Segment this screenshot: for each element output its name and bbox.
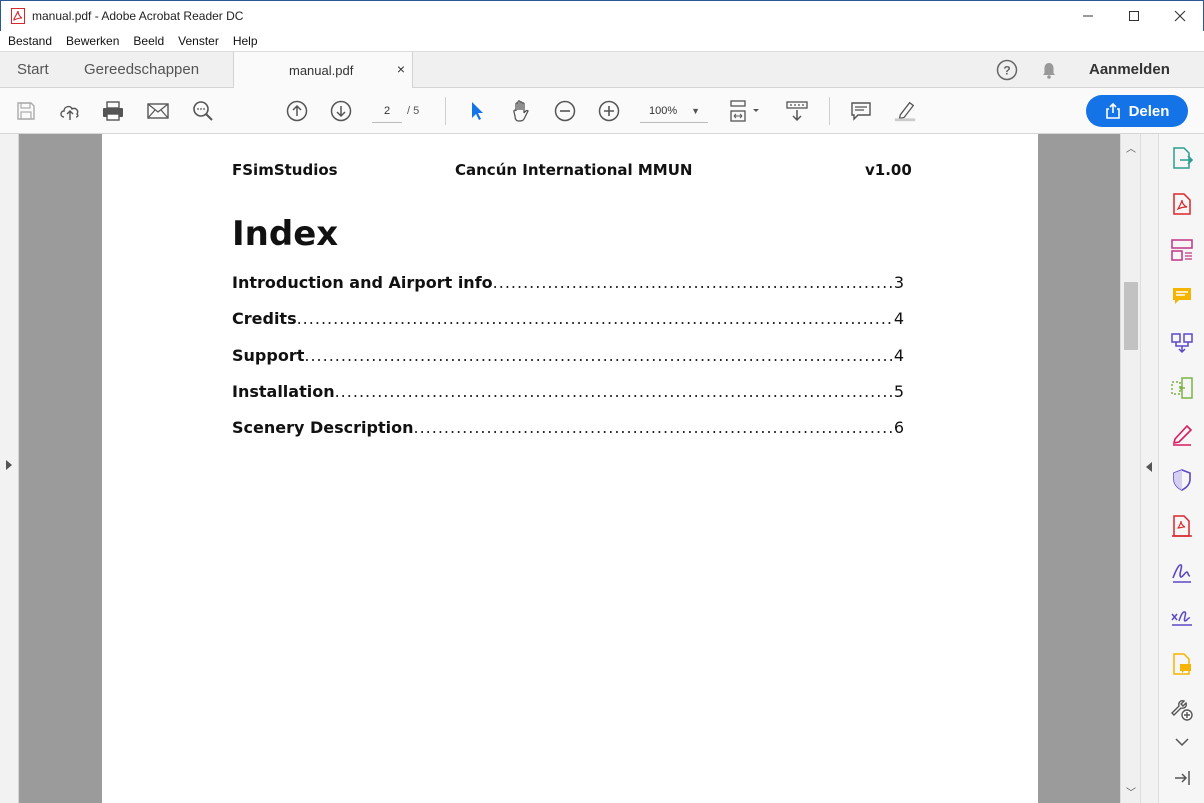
page-number-input[interactable]: 2 bbox=[372, 99, 402, 123]
tab-start[interactable]: Start bbox=[17, 61, 49, 78]
doc-header-center: Cancún International MMUN bbox=[455, 161, 693, 179]
acrobat-app-icon bbox=[11, 8, 25, 24]
toc-page: 4 bbox=[893, 309, 904, 328]
toc-title: Scenery Description bbox=[232, 418, 414, 437]
zoom-level-value: 100% bbox=[649, 105, 678, 117]
highlight-pen-icon[interactable] bbox=[893, 99, 917, 123]
signin-link[interactable]: Aanmelden bbox=[1089, 61, 1170, 78]
select-cursor-icon[interactable] bbox=[465, 99, 489, 123]
send-review-icon[interactable] bbox=[1170, 652, 1194, 676]
share-button[interactable]: Delen bbox=[1086, 95, 1188, 127]
export-pdf-icon[interactable] bbox=[1170, 146, 1194, 170]
expand-left-icon bbox=[6, 460, 12, 470]
toc-leader bbox=[304, 346, 892, 365]
svg-text:?: ? bbox=[1003, 64, 1010, 78]
zoom-level-select[interactable]: 100% ▼ bbox=[640, 99, 708, 123]
doc-title: Index bbox=[232, 214, 339, 254]
toc-entry[interactable]: Introduction and Airport info 3 bbox=[232, 273, 904, 292]
toc-entry[interactable]: Credits 4 bbox=[232, 309, 904, 328]
cloud-upload-icon[interactable] bbox=[58, 99, 82, 123]
toolbar-divider bbox=[445, 97, 446, 125]
read-mode-icon[interactable] bbox=[785, 99, 809, 123]
toc-title: Credits bbox=[232, 309, 297, 328]
collapse-panel-icon[interactable] bbox=[1170, 766, 1194, 790]
page-fit-icon[interactable] bbox=[728, 99, 764, 123]
hand-tool-icon[interactable] bbox=[509, 99, 533, 123]
close-icon[interactable] bbox=[1157, 1, 1203, 31]
toc-title: Introduction and Airport info bbox=[232, 273, 493, 292]
menu-bestand[interactable]: Bestand bbox=[0, 34, 59, 48]
more-tools-icon[interactable] bbox=[1170, 698, 1194, 722]
menu-bar: Bestand Bewerken Beeld Venster Help bbox=[0, 31, 1204, 51]
title-bar: manual.pdf - Adobe Acrobat Reader DC bbox=[0, 0, 1204, 31]
email-icon[interactable] bbox=[146, 99, 170, 123]
menu-bewerken[interactable]: Bewerken bbox=[59, 34, 126, 48]
print-icon[interactable] bbox=[101, 99, 125, 123]
toc-leader bbox=[335, 382, 893, 401]
toc-leader bbox=[297, 309, 893, 328]
protect-icon[interactable] bbox=[1170, 468, 1194, 492]
page-total: / 5 bbox=[407, 105, 420, 117]
save-icon[interactable] bbox=[14, 99, 38, 123]
maximize-icon[interactable] bbox=[1111, 1, 1157, 31]
tab-tools[interactable]: Gereedschappen bbox=[84, 61, 199, 78]
notifications-bell-icon[interactable] bbox=[1038, 59, 1060, 81]
document-canvas[interactable]: FSimStudios Cancún International MMUN v1… bbox=[19, 134, 1120, 803]
toc-page: 5 bbox=[893, 382, 904, 401]
fill-sign-icon[interactable] bbox=[1170, 422, 1194, 446]
scroll-up-icon[interactable]: ︿ bbox=[1126, 140, 1136, 155]
toc-page: 4 bbox=[893, 346, 904, 365]
zoom-in-icon[interactable] bbox=[597, 99, 621, 123]
organize-pages-icon[interactable] bbox=[1170, 238, 1194, 262]
minimize-icon[interactable] bbox=[1065, 1, 1111, 31]
toc-leader bbox=[413, 418, 892, 437]
doc-header-right: v1.00 bbox=[865, 161, 912, 179]
tab-close-icon[interactable]: × bbox=[397, 61, 405, 77]
right-panel-toggle[interactable] bbox=[1140, 134, 1158, 803]
toolbar-divider bbox=[829, 97, 830, 125]
redact-icon[interactable] bbox=[1170, 514, 1194, 538]
sign-icon[interactable] bbox=[1170, 560, 1194, 584]
menu-beeld[interactable]: Beeld bbox=[126, 34, 171, 48]
toc-entry[interactable]: Installation 5 bbox=[232, 382, 904, 401]
left-panel-toggle[interactable] bbox=[0, 134, 19, 803]
search-icon[interactable] bbox=[191, 99, 215, 123]
window-title: manual.pdf - Adobe Acrobat Reader DC bbox=[32, 9, 244, 23]
share-icon bbox=[1105, 103, 1120, 119]
toc-page: 3 bbox=[893, 273, 904, 292]
menu-venster[interactable]: Venster bbox=[171, 34, 226, 48]
toc-title: Installation bbox=[232, 382, 335, 401]
toc-leader bbox=[493, 273, 893, 292]
next-page-icon[interactable] bbox=[329, 99, 353, 123]
collapse-right-icon bbox=[1146, 462, 1152, 472]
menu-help[interactable]: Help bbox=[226, 34, 265, 48]
toc-title: Support bbox=[232, 346, 305, 365]
toc-page: 6 bbox=[893, 418, 904, 437]
vertical-scrollbar[interactable]: ︿ ﹀ bbox=[1120, 134, 1140, 803]
scrollbar-thumb[interactable] bbox=[1124, 282, 1138, 350]
doc-header-left: FSimStudios bbox=[232, 161, 338, 179]
zoom-out-icon[interactable] bbox=[553, 99, 577, 123]
previous-page-icon[interactable] bbox=[285, 99, 309, 123]
tab-document-label: manual.pdf bbox=[289, 63, 354, 78]
tab-document[interactable]: manual.pdf × bbox=[233, 52, 413, 89]
chevron-down-icon: ▼ bbox=[691, 106, 700, 116]
toc-entry[interactable]: Scenery Description 6 bbox=[232, 418, 904, 437]
share-button-label: Delen bbox=[1128, 102, 1170, 120]
toolbar: 2 / 5 100% ▼ Delen bbox=[0, 88, 1204, 134]
comment-tool-icon[interactable] bbox=[1170, 284, 1194, 308]
combine-files-icon[interactable] bbox=[1170, 330, 1194, 354]
compress-pdf-icon[interactable] bbox=[1170, 376, 1194, 400]
expand-icon[interactable] bbox=[1170, 730, 1194, 754]
pdf-page: FSimStudios Cancún International MMUN v1… bbox=[102, 134, 1038, 803]
request-signature-icon[interactable] bbox=[1170, 606, 1194, 630]
scroll-down-icon[interactable]: ﹀ bbox=[1126, 784, 1136, 799]
comment-icon[interactable] bbox=[849, 99, 873, 123]
create-pdf-icon[interactable] bbox=[1170, 192, 1194, 216]
tools-pane bbox=[1158, 134, 1204, 803]
help-icon[interactable]: ? bbox=[996, 59, 1018, 81]
tab-bar: Start Gereedschappen manual.pdf × ? Aanm… bbox=[0, 51, 1204, 89]
toc-entry[interactable]: Support 4 bbox=[232, 346, 904, 365]
